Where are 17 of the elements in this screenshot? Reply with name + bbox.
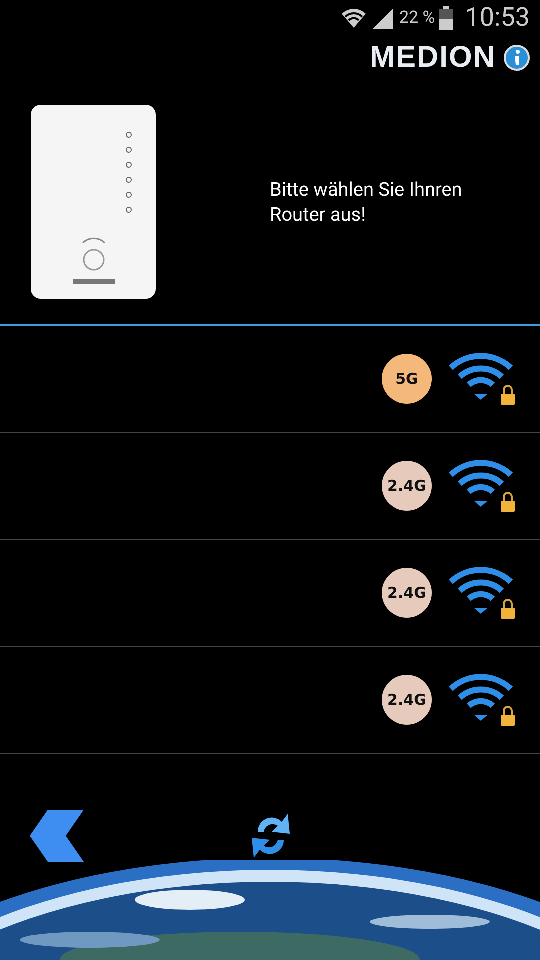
brand-logo: MEDION (370, 41, 496, 75)
network-row[interactable]: 5G (0, 326, 540, 433)
prompt-text: Bitte wählen Sie Ihnren Router aus! (270, 177, 464, 227)
network-row[interactable]: 2.4G (0, 433, 540, 540)
band-badge: 5G (382, 354, 432, 404)
info-icon[interactable] (504, 45, 530, 71)
battery-percent: 22 % (399, 8, 436, 28)
band-badge: 2.4G (382, 461, 432, 511)
network-row[interactable]: 2.4G (0, 540, 540, 647)
back-button[interactable] (30, 810, 84, 862)
band-badge: 2.4G (382, 568, 432, 618)
wifi-icon (341, 6, 368, 30)
network-row[interactable]: 2.4G (0, 647, 540, 754)
clock-time: 10:53 (465, 3, 530, 33)
battery-icon (439, 6, 454, 30)
signal-icon (371, 7, 396, 29)
band-badge: 2.4G (382, 675, 432, 725)
